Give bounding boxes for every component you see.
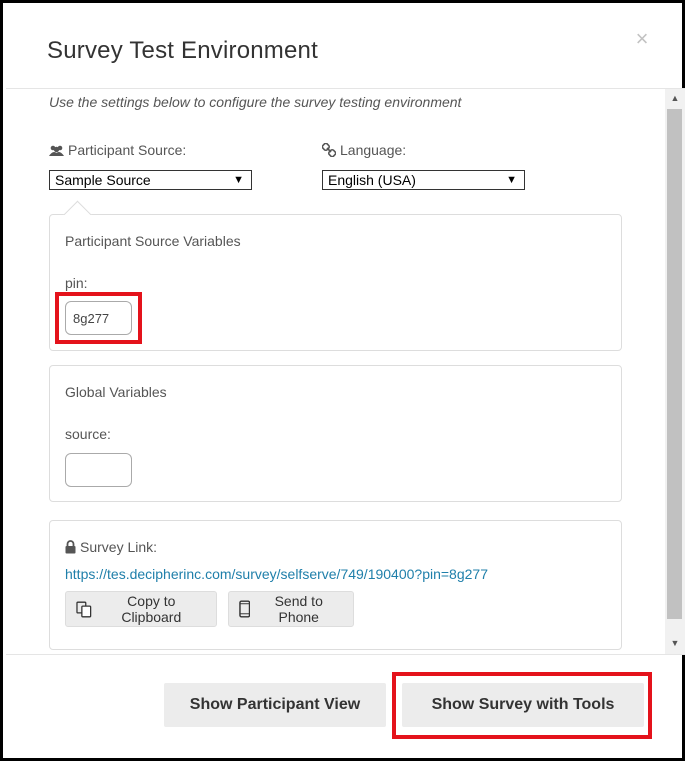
participant-source-label: Participant Source:: [49, 142, 186, 158]
send-to-phone-label: Send to Phone: [274, 593, 323, 625]
pin-input[interactable]: [65, 301, 132, 335]
source-label: source:: [65, 426, 111, 442]
participant-source-variables-panel: Participant Source Variables pin:: [49, 214, 622, 351]
dialog-body[interactable]: Use the settings below to configure the …: [6, 89, 685, 654]
send-to-phone-button[interactable]: Send to Phone: [228, 591, 354, 627]
scrollbar-thumb[interactable]: [667, 109, 682, 619]
lock-icon: [65, 540, 76, 554]
global-variables-panel: Global Variables source:: [49, 365, 622, 502]
scroll-down-icon[interactable]: ▼: [665, 634, 685, 652]
participant-source-variables-title: Participant Source Variables: [65, 233, 241, 249]
dropdown-arrow-icon: ▼: [506, 174, 517, 186]
pin-label: pin:: [65, 275, 88, 291]
survey-link-url[interactable]: https://tes.decipherinc.com/survey/selfs…: [65, 566, 488, 582]
language-value: English (USA): [328, 172, 416, 188]
dialog-description: Use the settings below to configure the …: [49, 94, 462, 110]
scrollbar[interactable]: ▲ ▼: [665, 89, 685, 654]
survey-link-label: Survey Link:: [65, 539, 157, 555]
link-icon: [321, 142, 337, 158]
survey-link-label-text: Survey Link:: [80, 539, 158, 555]
survey-test-dialog: × Survey Test Environment Use the settin…: [0, 0, 685, 761]
dropdown-arrow-icon: ▼: [233, 174, 244, 186]
source-input[interactable]: [65, 453, 132, 487]
participant-source-value: Sample Source: [55, 172, 151, 188]
language-select[interactable]: English (USA) ▼: [322, 170, 525, 190]
scroll-up-icon[interactable]: ▲: [665, 89, 685, 107]
participant-source-select[interactable]: Sample Source ▼: [49, 170, 252, 190]
dialog-title: Survey Test Environment: [47, 37, 318, 64]
close-button[interactable]: ×: [631, 27, 653, 51]
language-label: Language:: [321, 142, 407, 158]
participant-source-label-text: Participant Source:: [68, 142, 187, 158]
show-participant-view-button[interactable]: Show Participant View: [164, 683, 386, 727]
footer-divider: [6, 654, 685, 655]
global-variables-title: Global Variables: [65, 384, 167, 400]
language-label-text: Language:: [340, 142, 407, 158]
copy-to-clipboard-button[interactable]: Copy to Clipboard: [65, 591, 217, 627]
users-icon: [49, 145, 64, 156]
show-survey-with-tools-button[interactable]: Show Survey with Tools: [402, 683, 644, 727]
copy-icon: [76, 601, 92, 617]
phone-icon: [239, 600, 251, 618]
copy-to-clipboard-label: Copy to Clipboard: [121, 593, 182, 625]
panel-pointer: [62, 197, 94, 215]
survey-link-panel: Survey Link: https://tes.decipherinc.com…: [49, 520, 622, 650]
